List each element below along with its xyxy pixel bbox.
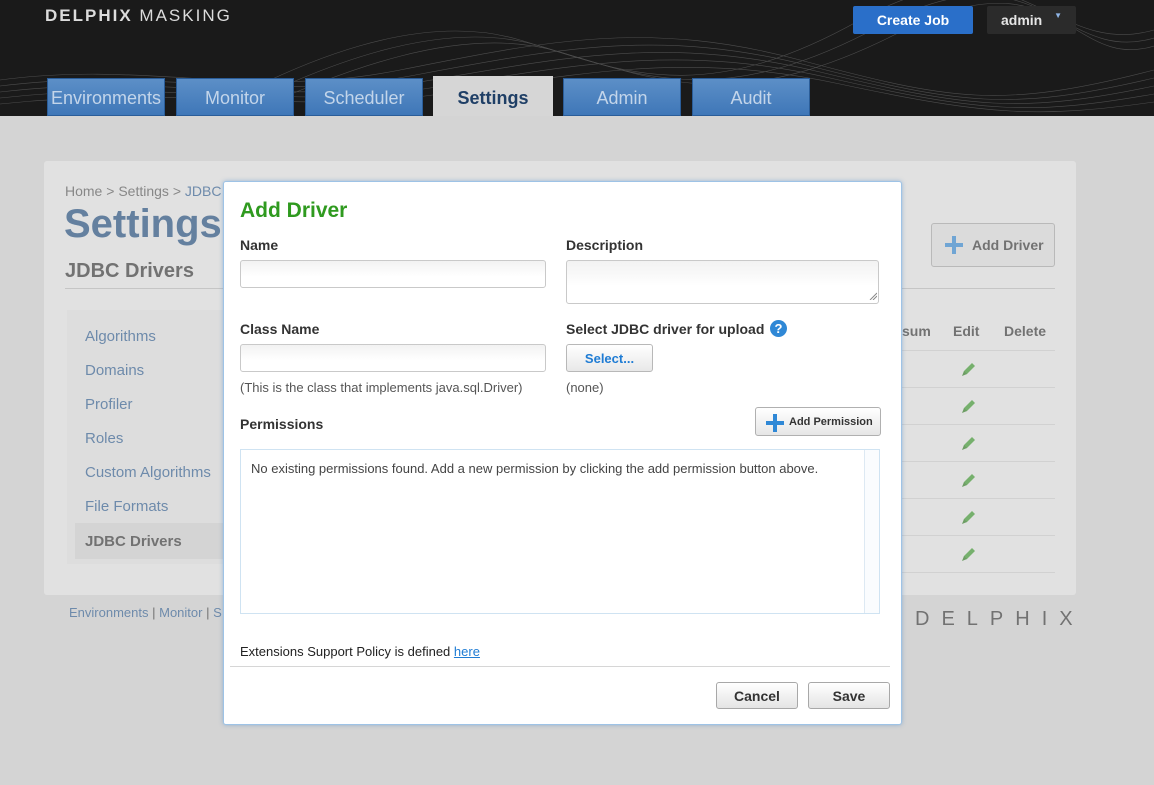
permissions-label: Permissions [240,416,324,432]
tab-environments[interactable]: Environments [47,78,165,116]
tab-scheduler[interactable]: Scheduler [305,78,423,116]
add-driver-dialog: Add Driver Name Description Class Name (… [223,181,902,725]
app-logo[interactable]: DELPHIX MASKING [45,6,232,26]
add-permission-label: Add Permission [789,415,873,428]
dialog-footer-divider [230,666,890,667]
resize-grip-icon[interactable] [869,292,877,300]
save-button[interactable]: Save [808,682,890,709]
logo-light-text: MASKING [139,6,232,25]
add-permission-button[interactable]: Add Permission [755,407,881,436]
user-menu-label: admin [1001,12,1043,28]
class-name-label: Class Name [240,321,320,337]
tab-monitor[interactable]: Monitor [176,78,294,116]
description-label: Description [566,237,644,253]
support-policy-text: Extensions Support Policy is defined her… [240,644,480,659]
create-job-button[interactable]: Create Job [853,6,973,34]
name-input[interactable] [240,260,546,288]
selected-file-text: (none) [566,380,604,395]
class-name-input[interactable] [240,344,546,372]
tab-admin[interactable]: Admin [563,78,681,116]
logo-bold-text: DELPHIX [45,6,133,25]
dialog-title: Add Driver [240,199,348,222]
support-policy-link[interactable]: here [454,644,480,659]
upload-label: Select JDBC driver for upload [566,321,765,337]
tab-audit[interactable]: Audit [692,78,810,116]
select-file-button[interactable]: Select... [566,344,653,372]
permissions-list[interactable]: No existing permissions found. Add a new… [240,449,880,614]
description-textarea[interactable] [566,260,879,304]
class-name-hint: (This is the class that implements java.… [240,380,523,395]
chevron-down-icon: ▼ [1054,11,1062,20]
name-label: Name [240,237,279,253]
permissions-scrollbar[interactable] [864,450,879,613]
plus-icon [766,414,784,432]
question-icon[interactable]: ? [770,320,787,337]
tab-settings[interactable]: Settings [433,76,553,116]
cancel-button[interactable]: Cancel [716,682,798,709]
support-policy-label: Extensions Support Policy is defined [240,644,451,659]
permissions-empty-message: No existing permissions found. Add a new… [251,461,819,476]
user-menu[interactable]: admin ▼ [987,6,1076,34]
